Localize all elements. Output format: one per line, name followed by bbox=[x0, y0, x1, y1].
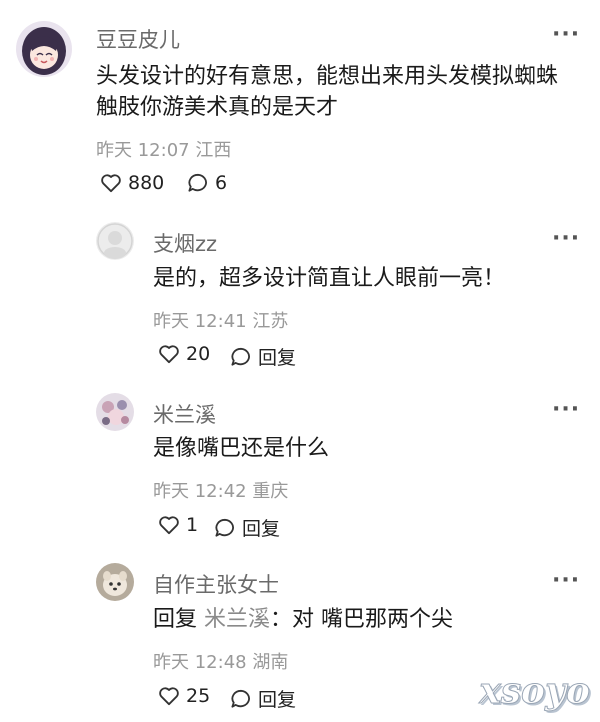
watermark-logo: xsoyo bbox=[479, 670, 591, 713]
heart-icon bbox=[159, 687, 179, 706]
comment-text: 回复 米兰溪：对 嘴巴那两个尖 bbox=[153, 604, 453, 635]
reply-prefix: 回复 bbox=[153, 607, 198, 632]
more-options-icon[interactable]: ··· bbox=[552, 22, 580, 47]
reply-button[interactable]: 回复 bbox=[230, 685, 296, 712]
reply-button[interactable]: 回复 bbox=[230, 343, 296, 370]
comment-meta: 昨天 12:42 重庆 bbox=[153, 481, 289, 502]
comment-meta: 昨天 12:41 江苏 bbox=[153, 311, 289, 332]
comment-bubble-icon bbox=[231, 347, 250, 366]
reply-count: 6 bbox=[215, 172, 228, 194]
comment-text-line2: 触肢你游美术真的是天才 bbox=[96, 95, 339, 120]
comment-bubble-icon bbox=[231, 689, 250, 708]
comment-text: 是像嘴巴还是什么 bbox=[153, 436, 330, 461]
comment-bubble-icon bbox=[215, 518, 234, 537]
avatar-doudoupier[interactable] bbox=[16, 21, 72, 77]
like-button[interactable]: 25 bbox=[158, 685, 210, 707]
heart-icon bbox=[159, 516, 179, 535]
comment-author[interactable]: 支烟zz bbox=[153, 228, 217, 258]
reply-button[interactable]: 6 bbox=[187, 172, 227, 194]
comment-author[interactable]: 自作主张女士 bbox=[153, 569, 279, 599]
more-options-icon[interactable]: ··· bbox=[552, 568, 580, 593]
like-count: 1 bbox=[186, 514, 199, 536]
reply-label: 回复 bbox=[242, 518, 281, 540]
comment-author[interactable]: 米兰溪 bbox=[153, 399, 216, 429]
like-button[interactable]: 20 bbox=[158, 343, 210, 365]
like-button[interactable]: 1 bbox=[158, 514, 198, 536]
more-options-icon[interactable]: ··· bbox=[552, 397, 580, 422]
avatar-milanxi[interactable] bbox=[96, 393, 134, 431]
reply-label: 回复 bbox=[258, 689, 297, 711]
comment-meta: 昨天 12:48 湖南 bbox=[153, 652, 289, 673]
reply-target-mention[interactable]: 米兰溪 bbox=[204, 607, 270, 632]
comment-text: 是的，超多设计简直让人眼前一亮！ bbox=[153, 266, 506, 291]
comment-bubble-icon bbox=[188, 173, 207, 192]
reply-button[interactable]: 回复 bbox=[214, 514, 280, 541]
like-count: 880 bbox=[128, 172, 165, 194]
avatar-zizuozhuzhangnvshi[interactable] bbox=[96, 563, 134, 601]
heart-icon bbox=[159, 345, 179, 364]
like-count: 20 bbox=[186, 343, 211, 365]
comment-text-body: ：对 嘴巴那两个尖 bbox=[270, 607, 454, 632]
comment-author[interactable]: 豆豆皮儿 bbox=[96, 24, 180, 54]
heart-icon bbox=[101, 174, 121, 193]
comment-meta: 昨天 12:07 江西 bbox=[96, 140, 232, 161]
more-options-icon[interactable]: ··· bbox=[552, 226, 580, 251]
comment-text-line1: 头发设计的好有意思，能想出来用头发模拟蜘蛛 bbox=[96, 64, 559, 89]
avatar-zhiyanzz[interactable] bbox=[96, 222, 134, 260]
reply-label: 回复 bbox=[258, 347, 297, 369]
like-button[interactable]: 880 bbox=[100, 172, 164, 194]
like-count: 25 bbox=[186, 685, 211, 707]
